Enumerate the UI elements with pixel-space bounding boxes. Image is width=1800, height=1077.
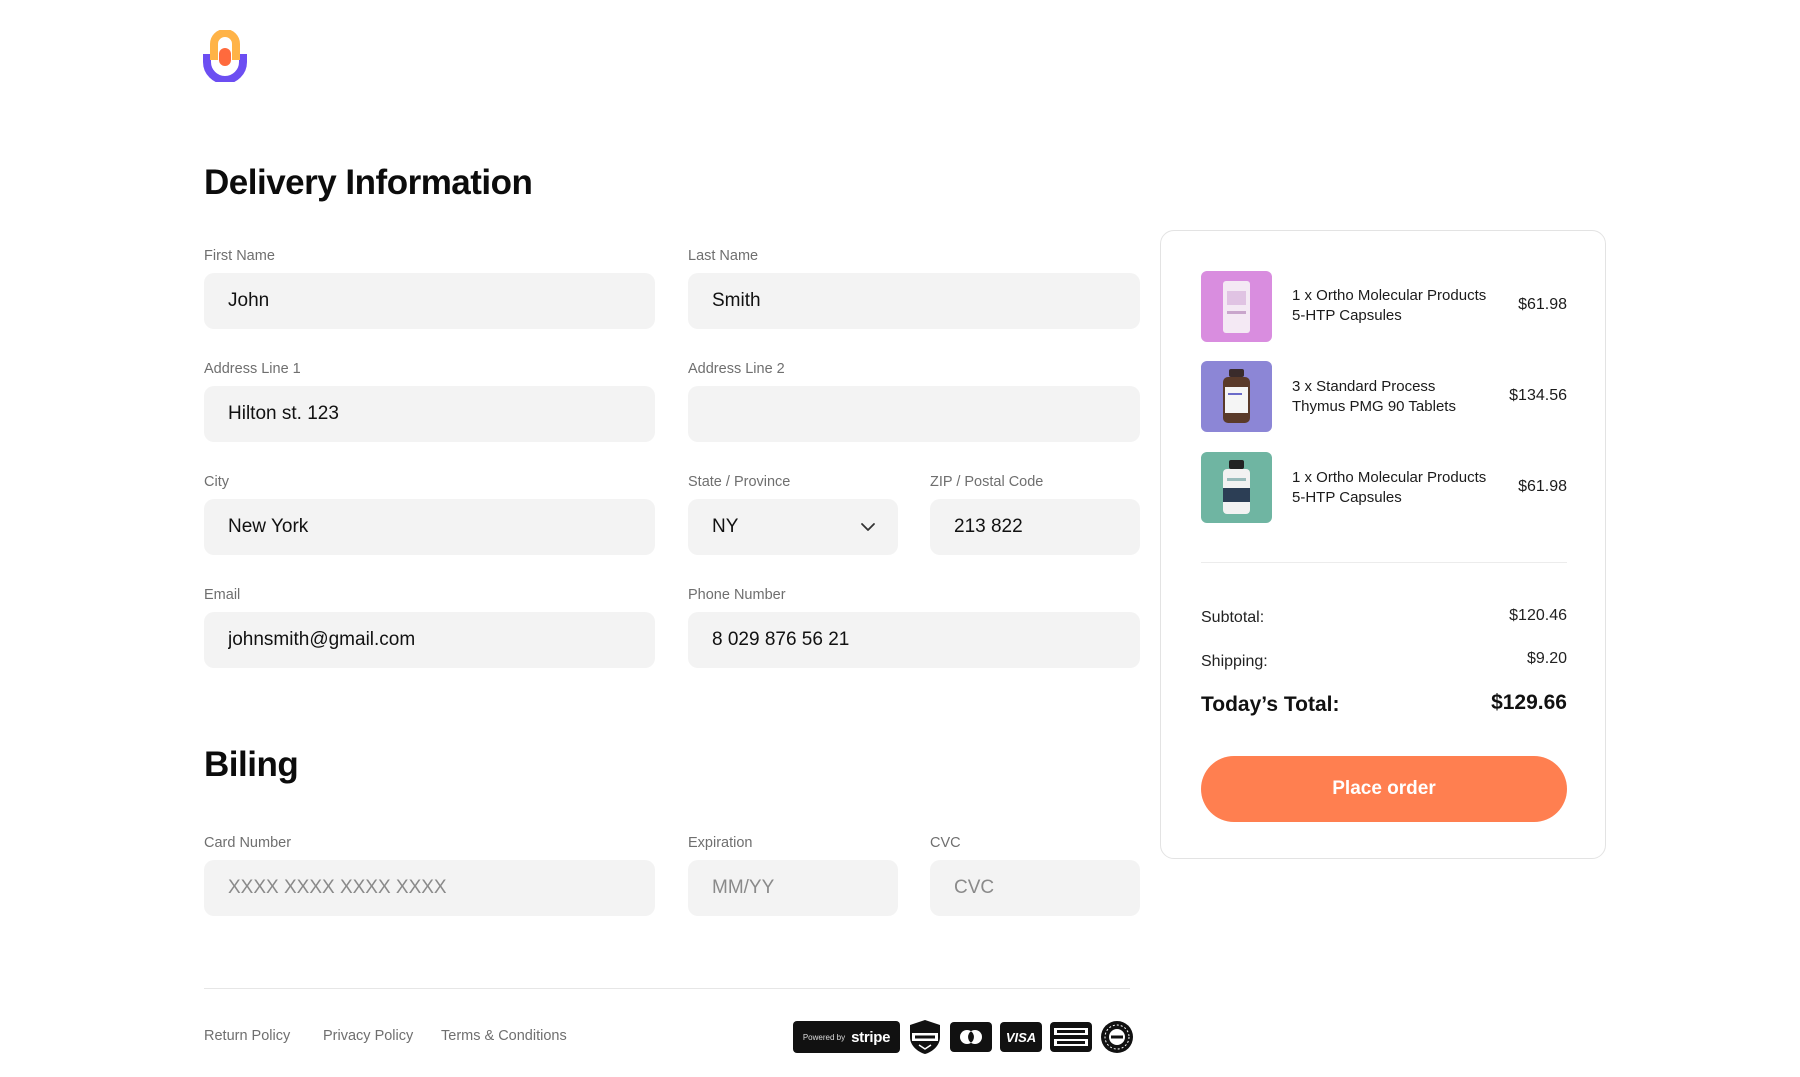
item-price: $61.98	[1518, 478, 1567, 495]
phone-field[interactable]	[688, 612, 1140, 668]
address1-field[interactable]	[204, 386, 655, 442]
address2-label: Address Line 2	[688, 361, 785, 377]
billing-title: Biling	[204, 745, 299, 784]
zip-label: ZIP / Postal Code	[930, 474, 1044, 490]
visa-icon: VISA	[1000, 1022, 1042, 1052]
last-name-field[interactable]	[688, 273, 1140, 329]
product-image	[1201, 271, 1272, 342]
first-name-field[interactable]	[204, 273, 655, 329]
stripe-brand-label: stripe	[851, 1028, 891, 1046]
city-field[interactable]	[204, 499, 655, 555]
chevron-down-icon[interactable]	[860, 519, 876, 535]
summary-divider	[1201, 562, 1567, 563]
first-name-label: First Name	[204, 248, 275, 264]
cvc-input[interactable]	[954, 877, 1140, 899]
item-name: 1 x Ortho Molecular Products 5-HTP Capsu…	[1292, 469, 1487, 506]
card-number-field[interactable]	[204, 860, 655, 916]
last-name-label: Last Name	[688, 248, 759, 264]
card-number-input[interactable]	[228, 877, 655, 899]
return-policy-link[interactable]: Return Policy	[204, 1028, 290, 1044]
state-select[interactable]: NY	[688, 499, 898, 555]
expiration-field[interactable]	[688, 860, 898, 916]
email-field[interactable]	[204, 612, 655, 668]
total-label: Today’s Total:	[1201, 693, 1340, 716]
item-price: $134.56	[1509, 387, 1567, 404]
cvc-field[interactable]	[930, 860, 1140, 916]
guarantee-seal-icon	[1101, 1021, 1133, 1053]
expiration-label: Expiration	[688, 835, 753, 851]
item-price: $61.98	[1518, 296, 1567, 313]
shipping-label: Shipping:	[1201, 653, 1268, 670]
american-express-icon	[1050, 1022, 1092, 1052]
subtotal-label: Subtotal:	[1201, 609, 1265, 626]
product-image	[1201, 452, 1272, 523]
email-input[interactable]	[228, 629, 655, 651]
first-name-input[interactable]	[228, 290, 655, 312]
item-name: 1 x Ortho Molecular Products 5-HTP Capsu…	[1292, 287, 1487, 324]
delivery-title: Delivery Information	[204, 163, 533, 202]
place-order-button[interactable]: Place order	[1201, 756, 1567, 822]
mastercard-icon	[950, 1022, 992, 1052]
expiration-input[interactable]	[712, 877, 898, 899]
state-value: NY	[712, 516, 739, 537]
email-label: Email	[204, 587, 241, 603]
cvc-label: CVC	[930, 835, 961, 851]
powered-by-stripe-badge: Powered by stripe	[793, 1021, 900, 1053]
address1-input[interactable]	[228, 403, 655, 425]
product-image	[1201, 361, 1272, 432]
stripe-powered-label: Powered by	[802, 1032, 846, 1042]
footer-divider	[204, 988, 1130, 989]
subtotal-value: $120.46	[1509, 607, 1567, 624]
phone-label: Phone Number	[688, 587, 786, 603]
zip-field[interactable]	[930, 499, 1140, 555]
card-number-label: Card Number	[204, 835, 292, 851]
last-name-input[interactable]	[712, 290, 1140, 312]
brand-logo-icon[interactable]	[203, 30, 247, 82]
privacy-policy-link[interactable]: Privacy Policy	[323, 1028, 413, 1044]
total-value: $129.66	[1491, 691, 1567, 714]
ssl-protection-badge-icon	[910, 1020, 940, 1054]
address2-input[interactable]	[712, 403, 1140, 425]
address1-label: Address Line 1	[204, 361, 301, 377]
terms-conditions-link[interactable]: Terms & Conditions	[441, 1028, 567, 1044]
zip-input[interactable]	[954, 516, 1140, 538]
phone-input[interactable]	[712, 629, 1140, 651]
state-label: State / Province	[688, 474, 791, 490]
city-input[interactable]	[228, 516, 655, 538]
order-summary-card: 1 x Ortho Molecular Products 5-HTP Capsu…	[1160, 230, 1606, 859]
payment-badges: Powered by stripe VISA	[793, 1019, 1134, 1055]
shipping-value: $9.20	[1526, 650, 1567, 667]
city-label: City	[204, 474, 229, 490]
address2-field[interactable]	[688, 386, 1140, 442]
item-name: 3 x Standard Process Thymus PMG 90 Table…	[1292, 378, 1456, 415]
